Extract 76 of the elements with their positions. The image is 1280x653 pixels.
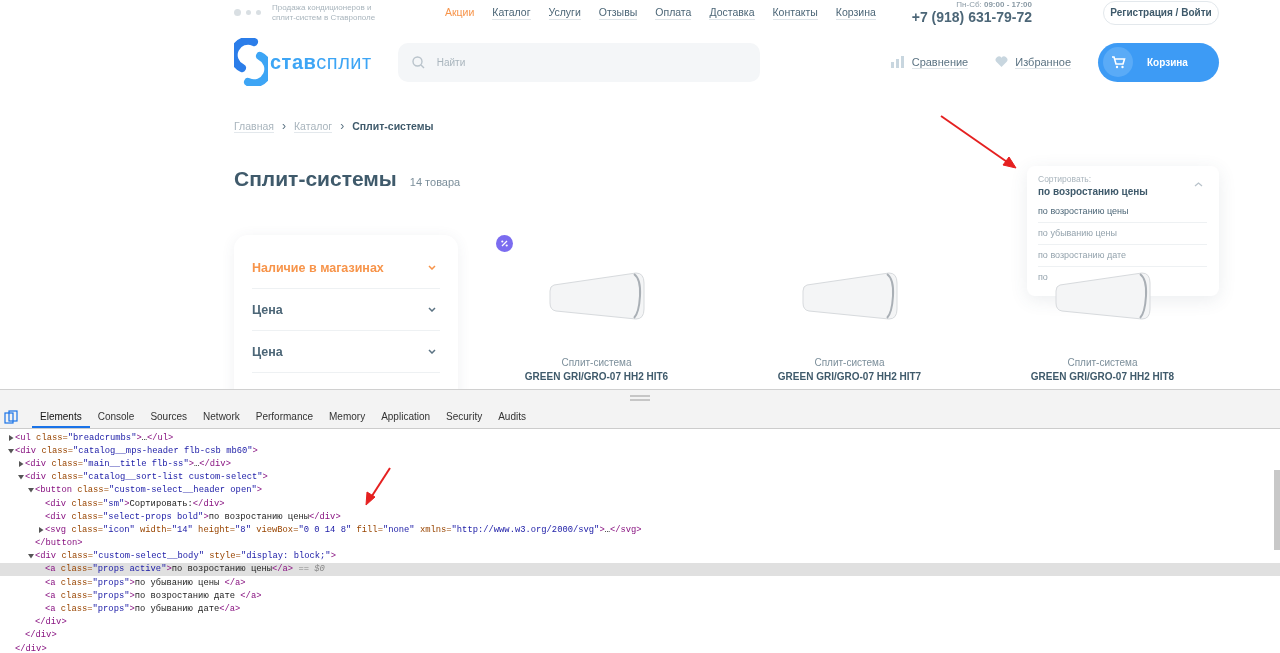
chevron-down-icon bbox=[428, 349, 436, 354]
login-button[interactable]: Регистрация / Войти bbox=[1103, 0, 1219, 25]
inspect-icon[interactable] bbox=[4, 410, 18, 424]
nav-link[interactable]: Каталог bbox=[492, 5, 531, 20]
devtools-tab[interactable]: Memory bbox=[321, 406, 374, 428]
devtools-tab[interactable]: Application bbox=[373, 406, 439, 428]
code-line[interactable]: <div class="main__title flb-ss">…</div> bbox=[25, 458, 231, 469]
devtools-tab[interactable]: Elements bbox=[32, 406, 90, 428]
nav-link[interactable]: Доставка bbox=[709, 5, 755, 20]
code-line[interactable]: <ul class="breadcrumbs">…</ul> bbox=[15, 432, 174, 443]
heart-icon bbox=[995, 56, 1009, 68]
code-line[interactable]: <div class="custom-select__body" style="display: block;"> bbox=[35, 551, 336, 562]
nav-link[interactable]: Оплата bbox=[655, 5, 692, 20]
code-line[interactable]: <svg class="icon" width="14" height="8" viewBox="0 0 14 8" fill="none" xmlns="http://www.w3.org/2000/svg">…</svg> bbox=[45, 524, 642, 535]
phone-number: +7 (918) 631-79-72 bbox=[911, 9, 1032, 25]
product-name[interactable]: GREEN GRI/GRO-07 HH2 HIT8 bbox=[1030, 371, 1175, 382]
devtools-tab[interactable]: Network bbox=[195, 406, 248, 428]
expanded-arrow-icon[interactable] bbox=[18, 474, 24, 481]
filter-header[interactable]: Цена bbox=[252, 331, 440, 373]
breadcrumb-separator: › bbox=[340, 119, 345, 133]
bar-chart-icon bbox=[890, 56, 905, 68]
cart-icon bbox=[1103, 47, 1133, 77]
devtools-tab[interactable]: Performance bbox=[247, 406, 321, 428]
chevron-down-icon bbox=[428, 307, 436, 312]
dots-icon bbox=[234, 9, 262, 16]
code-line[interactable]: <a class="props active">по возростанию цены</a> == $0 bbox=[45, 564, 325, 575]
code-line[interactable]: <div class="catalog__mps-header flb-csb mb60"> bbox=[15, 445, 258, 456]
logo-icon bbox=[234, 38, 268, 86]
breadcrumb-link[interactable]: Сплит-системы bbox=[352, 119, 434, 133]
sort-select[interactable]: Сортировать: по возростанию цены bbox=[1038, 174, 1207, 197]
product-category: Сплит-система bbox=[561, 357, 632, 368]
expanded-arrow-icon[interactable] bbox=[8, 447, 14, 454]
chevron-up-icon bbox=[1194, 182, 1203, 187]
code-line[interactable]: </div> bbox=[15, 643, 47, 653]
nav-link[interactable]: Услуги bbox=[548, 5, 581, 20]
code-line[interactable]: </div> bbox=[25, 630, 57, 641]
product-name[interactable]: GREEN GRI/GRO-07 HH2 HIT6 bbox=[524, 371, 669, 382]
code-line[interactable]: <div class="catalog__sort-list custom-select"> bbox=[25, 472, 268, 483]
nav-link[interactable]: Отзывы bbox=[598, 5, 638, 20]
drag-handle-icon[interactable] bbox=[630, 395, 650, 401]
code-line[interactable]: <a class="props">по возростанию дате </a> bbox=[45, 590, 262, 601]
expanded-arrow-icon[interactable] bbox=[28, 553, 34, 560]
code-line[interactable]: <a class="props">по убыванию цены </a> bbox=[45, 577, 246, 588]
devtools-tab[interactable]: Sources bbox=[142, 406, 196, 428]
product-category: Сплит-система bbox=[1067, 357, 1138, 368]
devtools-tab[interactable]: Audits bbox=[490, 406, 534, 428]
code-line[interactable]: </button> bbox=[35, 538, 83, 549]
collapsed-arrow-icon[interactable] bbox=[18, 460, 24, 467]
breadcrumb-separator: › bbox=[281, 119, 286, 133]
item-count: 14 товара bbox=[409, 176, 461, 188]
devtools-tab[interactable]: Security bbox=[438, 406, 491, 428]
code-line[interactable]: <div class="sm">Сортировать:</div> bbox=[45, 498, 225, 509]
tagline: Продажа кондиционеров и сплит-систем в Ставрополе bbox=[272, 2, 377, 23]
chevron-down-icon bbox=[428, 265, 436, 270]
nav-link[interactable]: Контакты bbox=[772, 5, 818, 20]
devtools-tab[interactable]: Console bbox=[89, 406, 143, 428]
code-line[interactable]: <a class="props">по убыванию дате</a> bbox=[45, 604, 241, 615]
code-line[interactable]: <div class="select-props bold">по возростанию цены</div> bbox=[45, 511, 341, 522]
collapsed-arrow-icon[interactable] bbox=[8, 434, 14, 441]
filter-header[interactable]: Цена bbox=[252, 289, 440, 331]
annotation-arrow bbox=[365, 467, 391, 506]
code-line[interactable]: <button class="custom-select__header open"> bbox=[35, 485, 262, 496]
search-icon bbox=[411, 55, 425, 69]
collapsed-arrow-icon[interactable] bbox=[38, 526, 44, 533]
compare-link[interactable]: Сравнение bbox=[911, 55, 969, 69]
page-title: Сплит-системы bbox=[234, 167, 397, 191]
working-hours: Пн-Сб: 09:00 - 17:00 bbox=[956, 0, 1032, 9]
product-category: Сплит-система bbox=[814, 357, 885, 368]
percent-badge-icon bbox=[496, 235, 513, 252]
search-field[interactable]: Найти bbox=[397, 42, 760, 82]
sort-option[interactable]: по возростанию цены bbox=[1038, 206, 1129, 217]
product-name[interactable]: GREEN GRI/GRO-07 HH2 HIT7 bbox=[777, 371, 922, 382]
favorites-link[interactable]: Избранное bbox=[1015, 55, 1071, 69]
nav-link[interactable]: Корзина bbox=[835, 5, 876, 20]
code-line[interactable]: </div> bbox=[35, 617, 67, 628]
expanded-arrow-icon[interactable] bbox=[28, 487, 34, 494]
